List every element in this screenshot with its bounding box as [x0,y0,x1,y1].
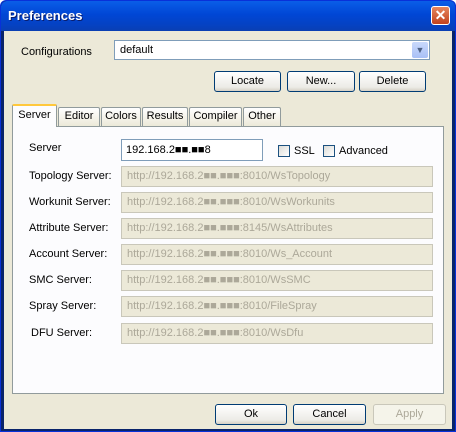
tab-editor[interactable]: Editor [58,107,100,126]
account-server-field: http://192.168.2■■.■■■:8010/Ws_Account [121,244,433,265]
locate-button[interactable]: Locate [214,71,281,92]
configurations-label: Configurations [21,46,92,58]
apply-button[interactable]: Apply [373,404,446,425]
workunit-server-field: http://192.168.2■■.■■■:8010/WsWorkunits [121,192,433,213]
account-server-label: Account Server: [29,248,108,260]
configurations-selected-value: default [120,44,154,56]
tab-colors[interactable]: Colors [101,107,141,126]
tab-other[interactable]: Other [243,107,281,126]
title-bar[interactable]: Preferences ✕ [1,1,455,31]
new-button[interactable]: New... [287,71,355,92]
spray-server-label: Spray Server: [29,300,97,312]
smc-server-label: SMC Server: [29,274,92,286]
tab-results[interactable]: Results [142,107,188,126]
delete-button[interactable]: Delete [359,71,426,92]
topology-server-field: http://192.168.2■■.■■■:8010/WsTopology [121,166,433,187]
dfu-server-field: http://192.168.2■■.■■■:8010/WsDfu [121,323,433,344]
advanced-label: Advanced [339,145,388,157]
advanced-checkbox[interactable] [323,145,335,157]
preferences-window: Preferences ✕ Configurations default ▼ L… [0,0,456,432]
attribute-server-label: Attribute Server: [29,222,109,234]
dfu-server-label: DFU Server: [31,327,93,339]
spray-server-field: http://192.168.2■■.■■■:8010/FileSpray [121,296,433,317]
tab-server[interactable]: Server [12,104,57,127]
smc-server-field: http://192.168.2■■.■■■:8010/WsSMC [121,270,433,291]
attribute-server-field: http://192.168.2■■.■■■:8145/WsAttributes [121,218,433,239]
workunit-server-label: Workunit Server: [29,196,111,208]
close-icon: ✕ [434,7,447,23]
ok-button[interactable]: Ok [215,404,287,425]
ssl-label: SSL [294,145,315,157]
close-button[interactable]: ✕ [431,6,450,25]
tab-compiler[interactable]: Compiler [189,107,242,126]
window-title: Preferences [8,8,83,23]
ssl-checkbox[interactable] [278,145,290,157]
topology-server-label: Topology Server: [29,170,112,182]
server-tab-panel: Server 192.168.2■■.■■8 SSL Advanced Topo… [12,126,444,394]
cancel-button[interactable]: Cancel [293,404,366,425]
configurations-select[interactable]: default ▼ [114,40,430,60]
server-label: Server [29,142,62,154]
dialog-client-area: Configurations default ▼ Locate New... D… [4,31,452,429]
chevron-down-icon[interactable]: ▼ [412,42,428,58]
server-address-input[interactable]: 192.168.2■■.■■8 [121,139,263,161]
